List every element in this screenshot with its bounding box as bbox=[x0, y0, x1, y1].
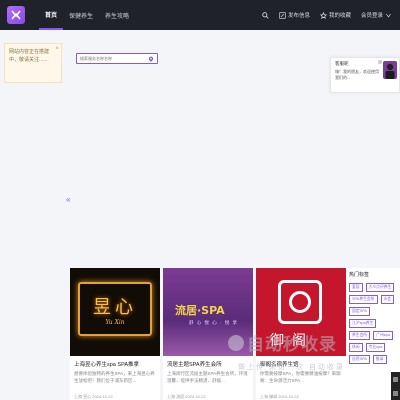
card-description: 你需要按摩SPA，你需要精油按摩？来御阁：生命源活力SPA... bbox=[260, 371, 341, 383]
login-label: 会员登录 bbox=[360, 13, 383, 19]
tag-item[interactable]: 专业spa bbox=[365, 343, 386, 352]
watermark-subtext: 做上传 来访一次 自动收录 bbox=[238, 364, 345, 371]
seal-logo bbox=[278, 280, 322, 324]
notice-text: 网站内容正在搭建中，敬请关注...... bbox=[9, 49, 50, 63]
nav-item-home[interactable]: 首页 bbox=[39, 0, 64, 30]
tag-item[interactable]: 休闲 bbox=[349, 343, 363, 352]
person-icon bbox=[385, 63, 395, 79]
tag-list: 爱容 大众点评养生 SPA养生会所 水会 固定SPA 江沪spa养生 养生会所 … bbox=[349, 283, 397, 364]
chat-widget[interactable]: 客服昵 嗨！我的朋友，欢迎使用我们的... bbox=[330, 57, 400, 93]
neon-sign: 昱心 Yu Xin bbox=[78, 282, 152, 336]
image-subtext: 舒 心 悦 心 · 悦 享 bbox=[189, 320, 238, 325]
image-text: 流居·SPA bbox=[175, 304, 225, 317]
share-icon[interactable] bbox=[393, 376, 398, 382]
chat-close-icon[interactable] bbox=[378, 60, 382, 64]
search-toggle[interactable] bbox=[262, 11, 269, 19]
seal-ring bbox=[289, 291, 311, 313]
watermark-text: 自动秒收录 bbox=[247, 335, 337, 354]
tag-item[interactable]: 大众点评养生 bbox=[365, 283, 395, 292]
tag-item[interactable]: 固定SPA bbox=[349, 307, 370, 316]
search-icon bbox=[262, 11, 269, 19]
watermark-logo-icon bbox=[228, 334, 244, 351]
tag-item[interactable]: 养生会所 bbox=[349, 331, 371, 340]
main-nav: 首页 保健养生 养生攻略 bbox=[39, 0, 135, 30]
card-meta: 上海 御阁 2024-10-22 bbox=[260, 394, 299, 399]
location-icon[interactable] bbox=[148, 56, 154, 62]
card-meta: 上海 流居 2024-10-22 bbox=[167, 394, 206, 399]
close-icon[interactable]: × bbox=[55, 45, 59, 53]
tag-item[interactable]: 自然SPA bbox=[349, 355, 370, 364]
site-notice: 网站内容正在搭建中，敬请关注...... × bbox=[4, 43, 62, 83]
favorites-button[interactable]: 我的收藏 bbox=[319, 11, 351, 19]
card-description: 上海闵行区流居主题SPA养生会所，环境温馨，提供手法精湛、舒缓... bbox=[167, 371, 248, 383]
nav-item-guide[interactable]: 养生攻略 bbox=[99, 0, 135, 30]
chevron-down-icon bbox=[386, 13, 391, 17]
collapse-left-icon[interactable]: « bbox=[66, 195, 70, 204]
nav-item-health[interactable]: 保健养生 bbox=[63, 0, 99, 30]
image-subtext: Yu Xin bbox=[105, 318, 125, 326]
favorites-label: 我的收藏 bbox=[328, 13, 351, 19]
publish-button[interactable]: 发布信息 bbox=[279, 11, 310, 19]
card-title[interactable]: 上海昱心养生spa SPA推拿 bbox=[70, 356, 160, 370]
tag-item[interactable]: 水会 bbox=[380, 295, 395, 304]
tag-item[interactable]: 爱容 bbox=[349, 283, 363, 292]
floating-toolbar bbox=[391, 372, 400, 400]
tag-item[interactable]: 广州spa bbox=[373, 331, 393, 340]
search-input[interactable] bbox=[80, 56, 148, 61]
top-navbar: 首页 保健养生 养生攻略 发布信息 我的收藏 会员登录 bbox=[0, 0, 400, 30]
top-right-actions: 发布信息 我的收藏 会员登录 bbox=[262, 11, 400, 19]
chat-message: 嗨！我的朋友，欢迎使用我们的... bbox=[335, 69, 379, 80]
back-to-top-icon[interactable] bbox=[393, 390, 398, 396]
hot-tags-title: 热门标签 bbox=[349, 272, 370, 278]
publish-label: 发布信息 bbox=[287, 13, 310, 19]
post-card[interactable]: 昱心 Yu Xin 上海昱心养生spa SPA推拿 想要体验独特的养生SPA，来… bbox=[70, 268, 160, 400]
card-meta: 上海 昱心 2024-10-22 bbox=[74, 394, 113, 399]
edit-icon bbox=[279, 11, 286, 19]
image-text: 昱心 bbox=[93, 296, 137, 318]
tag-item[interactable]: 江沪spa养生 bbox=[349, 319, 377, 328]
chat-title: 客服昵 bbox=[335, 61, 349, 66]
search-box bbox=[76, 53, 158, 64]
card-description: 想要体验独特的养生SPA，来上海昱心养生放松吧！我们位于浦东新区... bbox=[74, 371, 155, 383]
card-image: 昱心 Yu Xin bbox=[70, 268, 160, 356]
watermark: 自动秒收录 bbox=[228, 330, 337, 355]
login-dropdown[interactable]: 会员登录 bbox=[361, 11, 392, 19]
star-icon bbox=[319, 11, 327, 19]
tag-item[interactable]: 推拿 bbox=[372, 355, 387, 364]
chat-avatar bbox=[383, 61, 397, 79]
site-logo[interactable] bbox=[7, 6, 25, 24]
tag-item[interactable]: SPA养生会所 bbox=[349, 295, 378, 304]
logo-icon bbox=[11, 10, 21, 20]
